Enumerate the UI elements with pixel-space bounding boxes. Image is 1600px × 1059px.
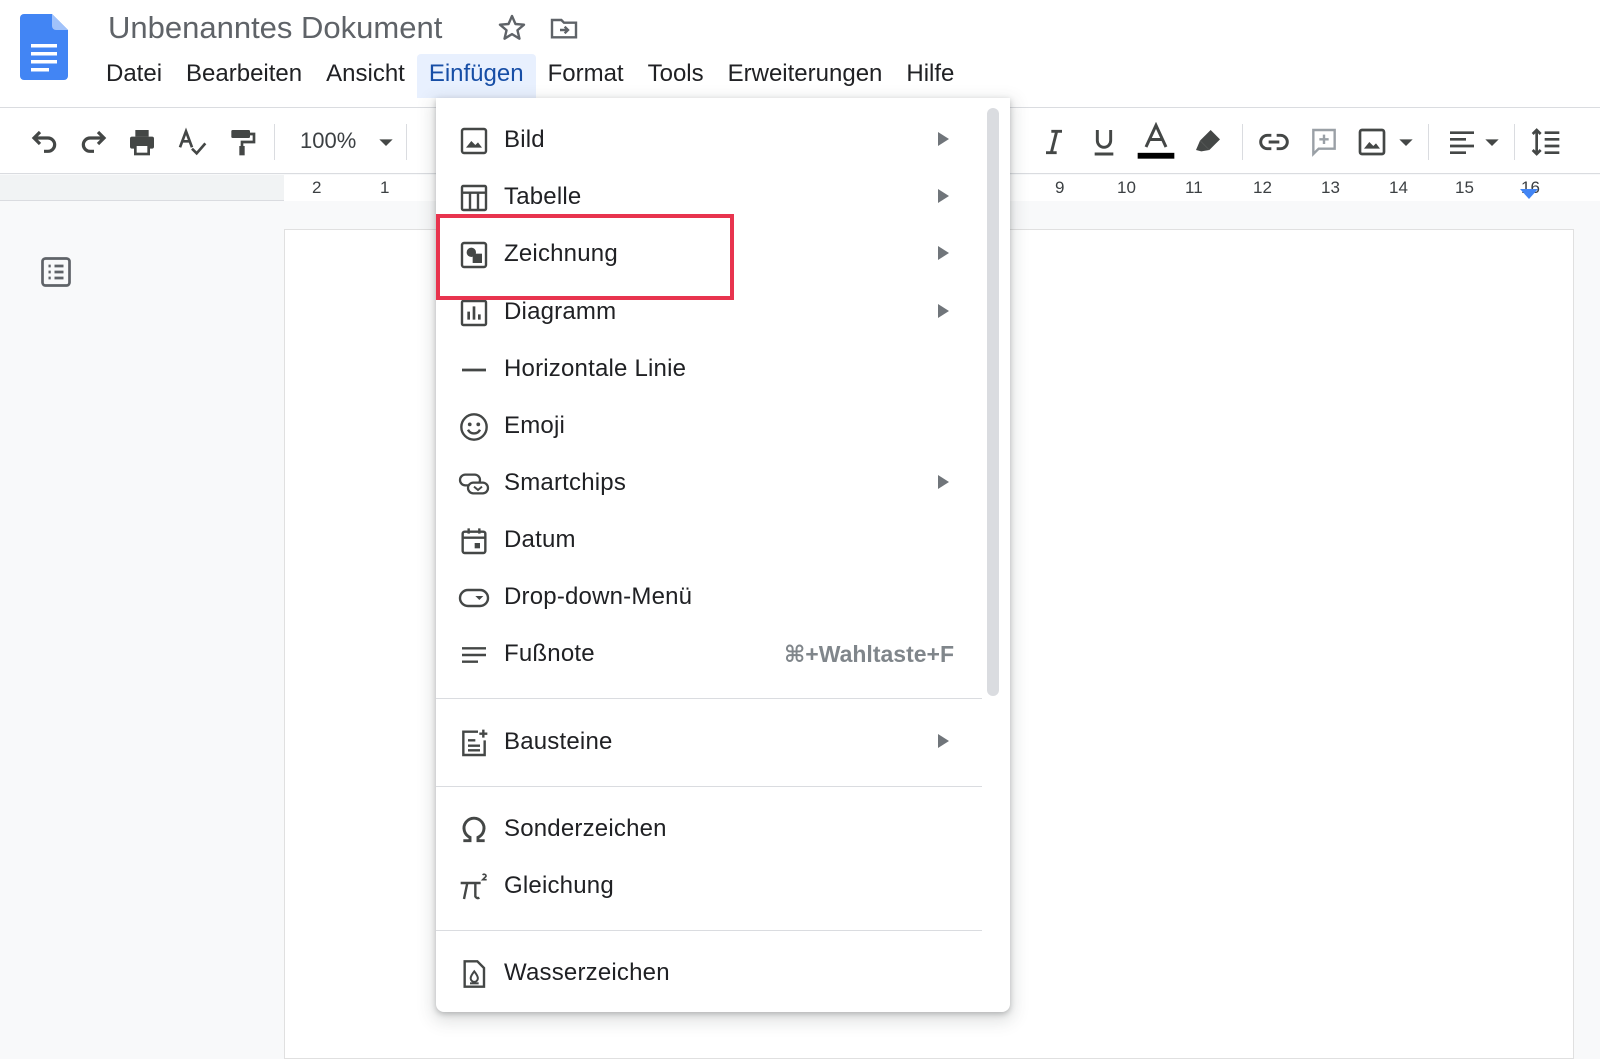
calendar-icon xyxy=(461,528,487,555)
menu-separator xyxy=(436,930,982,931)
menu-item-label: Wasserzeichen xyxy=(504,959,670,986)
submenu-arrow-icon xyxy=(938,246,949,260)
submenu-arrow-icon xyxy=(938,304,949,318)
ruler-label: 10 xyxy=(1117,178,1136,197)
insert-image-icon[interactable] xyxy=(1356,126,1388,158)
omega-icon xyxy=(462,816,486,843)
toolbar-separator xyxy=(274,124,275,160)
move-folder-icon[interactable] xyxy=(548,12,580,44)
submenu-arrow-icon xyxy=(938,189,949,203)
docs-logo-icon[interactable] xyxy=(20,14,68,80)
undo-icon[interactable] xyxy=(28,126,60,158)
menu-einfuegen[interactable]: Einfügen xyxy=(416,54,536,98)
add-comment-icon[interactable] xyxy=(1308,126,1340,158)
menu-item-label: Bild xyxy=(504,126,545,153)
horizontal-line-icon xyxy=(462,368,486,372)
menu-item-bild[interactable]: Bild xyxy=(436,115,988,165)
menu-item-label: Horizontale Linie xyxy=(504,355,687,382)
footnote-icon xyxy=(462,647,486,663)
menu-item-label: Smartchips xyxy=(504,469,627,496)
emoji-icon xyxy=(460,413,488,441)
toolbar-separator xyxy=(1242,124,1243,160)
paint-format-icon[interactable] xyxy=(226,126,258,158)
menu-hilfe[interactable]: Hilfe xyxy=(894,54,966,98)
ruler-label: 11 xyxy=(1185,178,1203,197)
menu-datei[interactable]: Datei xyxy=(94,54,174,98)
menu-bearbeiten[interactable]: Bearbeiten xyxy=(174,54,314,98)
smartchips-icon xyxy=(458,473,490,495)
menu-erweiterungen[interactable]: Erweiterungen xyxy=(716,54,895,98)
right-indent-marker-icon[interactable] xyxy=(1518,187,1540,201)
link-icon[interactable] xyxy=(1258,126,1290,158)
menu-item-label: Diagramm xyxy=(504,298,617,325)
zoom-select[interactable]: 100% xyxy=(300,128,356,154)
menu-item-gleichung[interactable]: Gleichung xyxy=(436,861,988,911)
menu-separator xyxy=(436,786,982,787)
menu-tools[interactable]: Tools xyxy=(636,54,716,98)
underline-icon[interactable] xyxy=(1088,126,1120,158)
ruler-label: 14 xyxy=(1389,178,1408,197)
redo-icon[interactable] xyxy=(78,126,110,158)
image-icon xyxy=(460,127,488,155)
document-outline-icon[interactable] xyxy=(38,254,74,290)
top-bar: Unbenanntes Dokument Datei Bearbeiten An… xyxy=(0,0,1600,108)
print-icon[interactable] xyxy=(126,126,158,158)
menu-item-shortcut: ⌘+Wahltaste+F xyxy=(783,641,954,667)
toolbar-separator xyxy=(406,124,407,160)
submenu-arrow-icon xyxy=(938,475,949,489)
ruler-label: 15 xyxy=(1455,178,1474,197)
line-spacing-icon[interactable] xyxy=(1530,126,1562,158)
menu-item-fussnote[interactable]: Fußnote ⌘+Wahltaste+F xyxy=(436,629,988,679)
highlight-color-icon[interactable] xyxy=(1192,126,1224,158)
table-icon xyxy=(460,184,488,212)
submenu-arrow-icon xyxy=(938,734,949,748)
menu-item-label: Gleichung xyxy=(504,872,614,899)
menu-item-smartchips[interactable]: Smartchips xyxy=(436,458,988,508)
spellcheck-icon[interactable] xyxy=(176,126,208,158)
menu-item-drop-down-menue[interactable]: Drop-down-Menü xyxy=(436,572,988,622)
menu-ansicht[interactable]: Ansicht xyxy=(314,54,417,98)
menu-item-label: Emoji xyxy=(504,412,566,439)
building-blocks-icon xyxy=(462,729,488,757)
italic-icon[interactable] xyxy=(1038,126,1070,158)
dropdown-chip-icon xyxy=(458,588,490,608)
ruler-label: 2 xyxy=(312,178,322,197)
menu-bar: Datei Bearbeiten Ansicht Einfügen Format… xyxy=(94,54,966,98)
toolbar-separator xyxy=(1428,124,1429,160)
menu-item-label: Bausteine xyxy=(504,728,613,755)
menu-item-emoji[interactable]: Emoji xyxy=(436,401,988,451)
toolbar-separator xyxy=(1514,124,1515,160)
align-dropdown-arrow-icon[interactable] xyxy=(1476,126,1508,158)
menu-item-label: Sonderzeichen xyxy=(504,815,667,842)
text-color-icon[interactable] xyxy=(1136,122,1176,162)
highlight-annotation-box xyxy=(436,214,734,300)
menu-item-wasserzeichen[interactable]: Wasserzeichen xyxy=(436,948,988,998)
menu-item-label: Drop-down-Menü xyxy=(504,583,693,610)
menu-item-datum[interactable]: Datum xyxy=(436,515,988,565)
ruler-label: 1 xyxy=(380,178,390,197)
menu-item-label: Datum xyxy=(504,526,576,553)
menu-item-label: Tabelle xyxy=(504,183,582,210)
submenu-arrow-icon xyxy=(938,132,949,146)
document-title[interactable]: Unbenanntes Dokument xyxy=(108,10,442,46)
menu-scrollbar[interactable] xyxy=(987,108,999,696)
chart-icon xyxy=(460,299,488,327)
pi-icon xyxy=(460,873,487,900)
ruler-label: 13 xyxy=(1321,178,1340,197)
zoom-dropdown-arrow-icon[interactable] xyxy=(370,126,402,158)
menu-item-label: Fußnote xyxy=(504,640,595,667)
menu-format[interactable]: Format xyxy=(536,54,636,98)
menu-item-sonderzeichen[interactable]: Sonderzeichen xyxy=(436,804,988,854)
menu-item-bausteine[interactable]: Bausteine xyxy=(436,717,988,767)
watermark-icon xyxy=(463,960,486,988)
menu-item-horizontale-linie[interactable]: Horizontale Linie xyxy=(436,344,988,394)
align-left-icon[interactable] xyxy=(1446,126,1478,158)
menu-separator xyxy=(436,698,982,699)
ruler-label: 9 xyxy=(1055,178,1065,197)
image-dropdown-arrow-icon[interactable] xyxy=(1390,126,1422,158)
star-icon[interactable] xyxy=(496,12,528,44)
ruler-label: 12 xyxy=(1253,178,1272,197)
